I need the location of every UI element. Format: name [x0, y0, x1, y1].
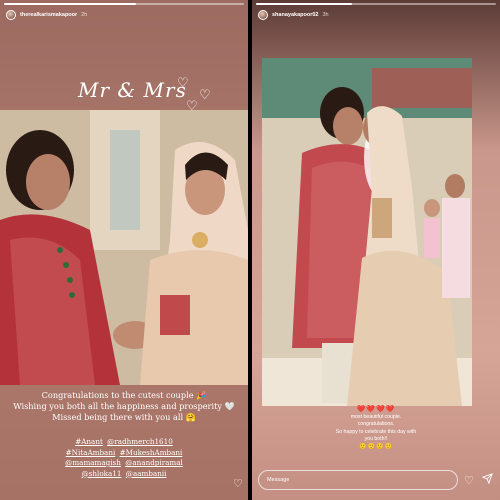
story-progress-bar [256, 3, 496, 5]
heart-outline-icon[interactable]: ♡ [233, 477, 243, 490]
heart-outline-icon: ♡ [177, 75, 189, 90]
couple-photo-right [262, 58, 472, 406]
caption-line: Missed being there with you all 🤗 [52, 412, 196, 422]
caption-line: Congratulations to the cutest couple 🎉 [41, 390, 207, 400]
couple-photo-left [0, 110, 248, 385]
mr-mrs-script-title: Mr & Mrs [78, 78, 187, 102]
smile-emoji-row: 🙂🙂🙂🙂 [359, 443, 393, 450]
tag-link[interactable]: #Anant [75, 437, 103, 446]
message-line: congratulations. [357, 421, 395, 427]
caption-line: Wishing you both all the happiness and p… [13, 401, 235, 411]
tag-link[interactable]: @radhmerch1610 [107, 437, 173, 446]
heart-outline-icon: ♡ [199, 87, 211, 102]
story-caption: Congratulations to the cutest couple 🎉 W… [0, 390, 248, 423]
story-left[interactable]: therealkarismakapoor 2h Mr & Mrs ♡ ♡ ♡ C… [0, 0, 248, 500]
story-progress-fill [256, 3, 352, 5]
story-header[interactable]: therealkarismakapoor 2h [6, 8, 242, 22]
message-line: you both!! [364, 436, 388, 442]
message-placeholder: Message [267, 477, 290, 483]
avatar-icon[interactable] [258, 10, 268, 20]
send-icon[interactable] [481, 473, 493, 487]
story-tags: #Anant @radhmerch1610 #NitaAmbani #Mukes… [0, 437, 248, 479]
tag-link[interactable]: @shloka11 [82, 469, 122, 478]
message-line: So happy to celebrate this day with [335, 428, 417, 435]
story-progress-fill [4, 3, 136, 5]
red-hearts-emoji: ❤️❤️❤️❤️ [356, 406, 396, 413]
tag-link[interactable]: @anandpiramal [125, 458, 183, 467]
story-username[interactable]: shanayakapoor02 [272, 12, 318, 18]
story-time: 3h [322, 12, 329, 18]
story-header[interactable]: shanayakapoor02 3h [258, 8, 494, 22]
tag-link[interactable]: @mamamagish [65, 458, 121, 467]
story-progress-bar [4, 3, 244, 5]
story-username[interactable]: therealkarismakapoor [20, 12, 77, 18]
heart-outline-icon[interactable]: ♡ [464, 474, 474, 487]
tag-link[interactable]: @aambanii [126, 469, 167, 478]
tag-link[interactable]: #MukeshAmbani [120, 448, 183, 457]
message-input[interactable]: Message [258, 470, 458, 490]
tag-link[interactable]: #NitaAmbani [66, 448, 116, 457]
story-right[interactable]: shanayakapoor02 3h ❤️❤️❤️❤️ most beautif… [252, 0, 500, 500]
message-line: most beautiful couple. [350, 413, 402, 420]
story-time: 2h [81, 12, 88, 18]
avatar-icon[interactable] [6, 10, 16, 20]
story-text-overlay: ❤️❤️❤️❤️ most beautiful couple. congratu… [319, 406, 433, 451]
